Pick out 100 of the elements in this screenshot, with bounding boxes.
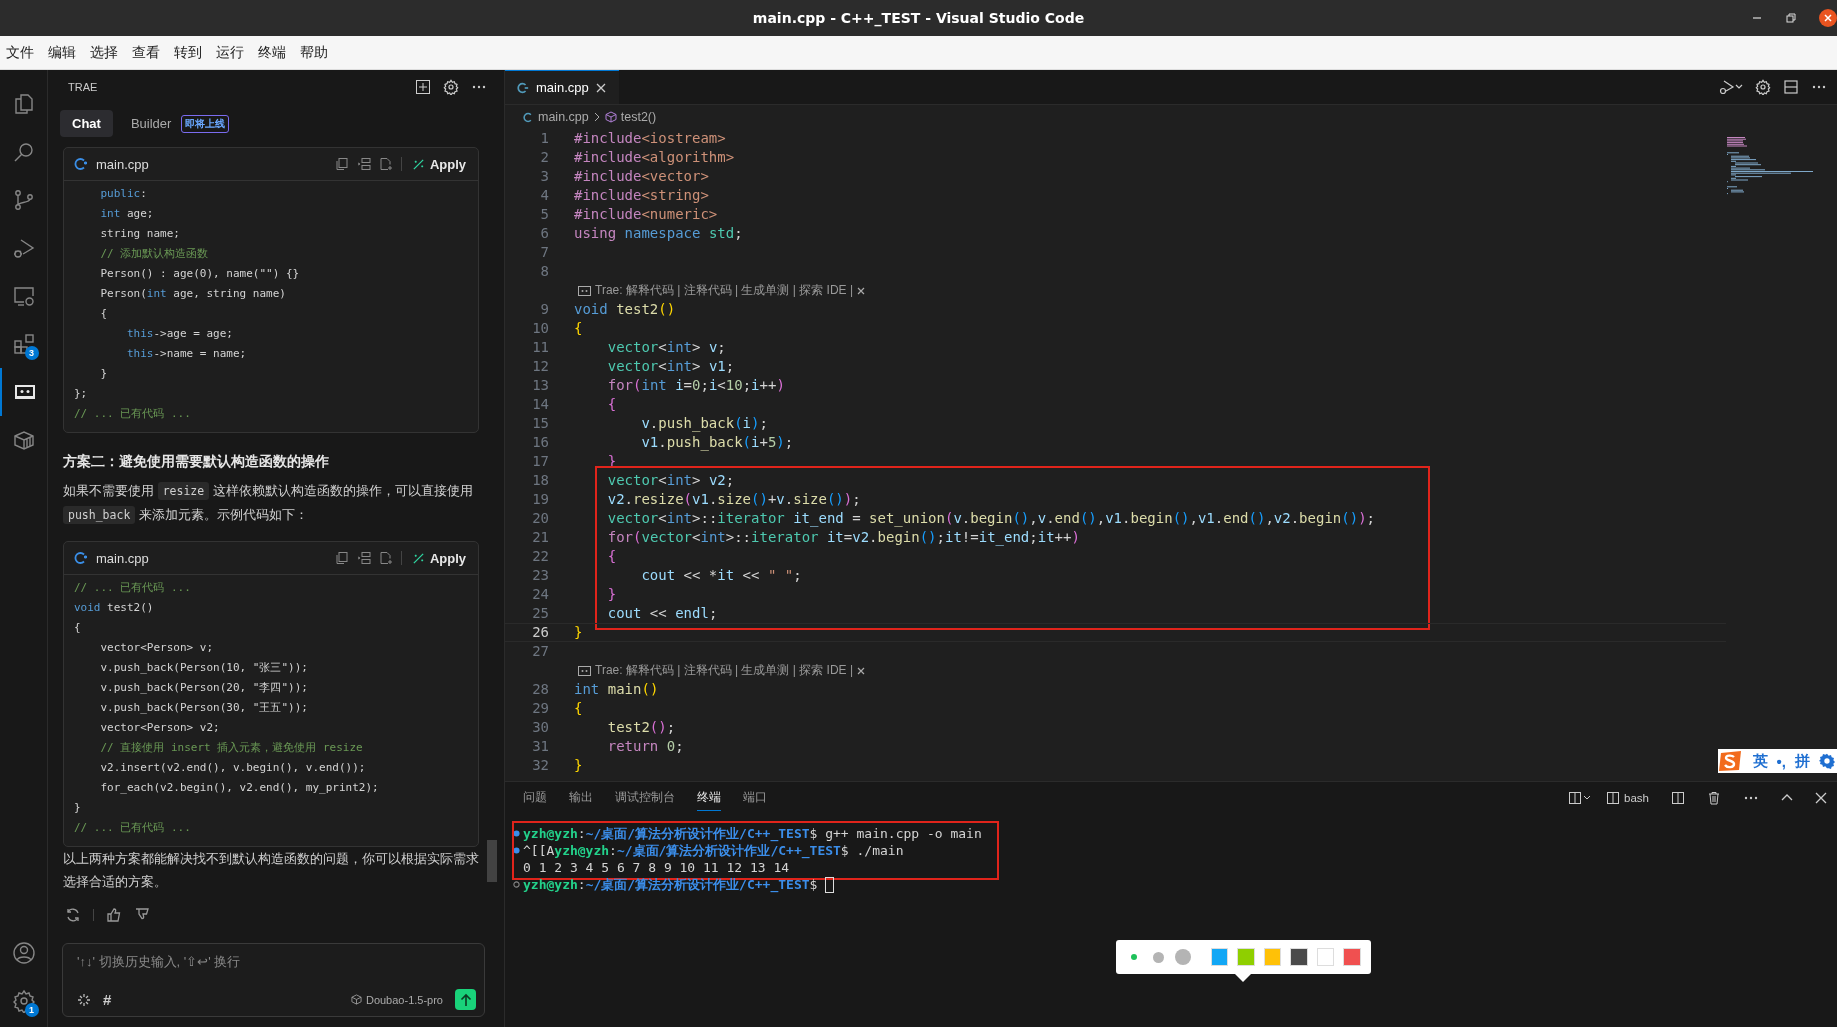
brush-size-dot[interactable] xyxy=(1152,951,1164,963)
activity-item[interactable]: 3 xyxy=(0,320,48,368)
menu-item[interactable]: 文件 xyxy=(6,41,34,64)
restore-icon[interactable] xyxy=(1785,12,1797,24)
brush-size-dot[interactable] xyxy=(1175,949,1191,965)
new-file-icon[interactable] xyxy=(378,551,393,565)
panel-tab[interactable]: 输出 xyxy=(569,785,593,811)
line-number: 13 xyxy=(531,376,549,395)
run-debug-icon xyxy=(11,236,36,260)
context-button[interactable]: # xyxy=(103,991,112,1008)
line-number: 5 xyxy=(539,205,549,224)
settings-icon[interactable] xyxy=(1755,79,1771,95)
menu-item[interactable]: 编辑 xyxy=(48,41,76,64)
run-debug-icon[interactable] xyxy=(1719,79,1743,95)
apply-button[interactable]: Apply xyxy=(409,548,468,568)
box-icon xyxy=(11,428,36,452)
color-swatch[interactable] xyxy=(1316,948,1335,966)
menu-item[interactable]: 终端 xyxy=(258,41,286,64)
file-name: main.cpp xyxy=(96,156,149,172)
code-line: for_each(v2.begin(), v2.end(), my_print2); xyxy=(99,780,380,796)
close-icon[interactable] xyxy=(1815,792,1827,804)
menu-item[interactable]: 查看 xyxy=(132,41,160,64)
input-method-bar[interactable]: 英 •, 拼 xyxy=(1717,749,1837,773)
terminal-selector[interactable]: bash xyxy=(1606,791,1649,805)
brush-size-dot[interactable] xyxy=(1130,954,1137,960)
insert-icon[interactable] xyxy=(356,157,371,171)
command-marker[interactable] xyxy=(513,847,520,854)
color-swatch[interactable] xyxy=(1263,948,1282,966)
input-layout[interactable]: 拼 xyxy=(1795,751,1810,771)
panel-tab[interactable]: 终端 xyxy=(697,785,721,811)
punctuation-mode[interactable]: •, xyxy=(1776,752,1786,770)
terminal-line: yzh@yzh:~/桌面/算法分析设计作业/C++_TEST$ xyxy=(523,875,818,894)
code-line: int age; xyxy=(99,206,155,222)
input-mode[interactable]: 英 xyxy=(1752,751,1768,771)
sparkle-icon[interactable] xyxy=(77,992,91,1007)
apply-button[interactable]: Apply xyxy=(409,154,468,174)
line-number: 9 xyxy=(539,300,549,319)
close-icon[interactable] xyxy=(1819,9,1837,27)
file-type-icon xyxy=(523,111,534,123)
editor-tab[interactable]: main.cpp xyxy=(505,70,619,104)
color-swatch[interactable] xyxy=(1290,948,1308,966)
insert-icon[interactable] xyxy=(356,551,371,565)
code-line: v.push_back(Person(20, "李四")); xyxy=(99,680,309,696)
copy-icon[interactable] xyxy=(334,157,349,171)
line-number: 15 xyxy=(531,414,549,433)
line-number: 3 xyxy=(539,167,549,186)
color-swatch[interactable] xyxy=(1237,948,1255,966)
color-swatch[interactable] xyxy=(1210,948,1229,966)
close-icon[interactable] xyxy=(857,286,866,295)
code-line: vector<int> v1; xyxy=(606,357,735,376)
code-line: { xyxy=(99,306,109,322)
panel-tab[interactable]: 端口 xyxy=(743,785,767,811)
line-number: 16 xyxy=(531,433,549,452)
command-marker[interactable] xyxy=(513,881,520,888)
line-number: 31 xyxy=(531,737,549,756)
command-marker[interactable] xyxy=(513,830,520,837)
color-swatch[interactable] xyxy=(1343,948,1361,966)
menu-item[interactable]: 转到 xyxy=(174,41,202,64)
send-button[interactable] xyxy=(455,989,476,1010)
settings-icon[interactable] xyxy=(1819,753,1835,769)
menu-item[interactable]: 选择 xyxy=(90,41,118,64)
settings-icon[interactable] xyxy=(443,79,459,95)
menu-item[interactable]: 帮助 xyxy=(300,41,328,64)
panel-tab[interactable]: 调试控制台 xyxy=(615,785,675,811)
new-file-icon[interactable] xyxy=(378,157,393,171)
count-badge: 3 xyxy=(24,346,39,360)
panel-tab[interactable]: 问题 xyxy=(523,785,547,811)
menu-item[interactable]: 运行 xyxy=(216,41,244,64)
code-line: vector<Person> v; xyxy=(99,640,215,656)
layout-icon[interactable] xyxy=(1568,791,1593,805)
split-editor-icon[interactable] xyxy=(1783,79,1799,95)
code-line: this->name = name; xyxy=(125,346,248,362)
code-line: int main() xyxy=(574,680,659,699)
file-type-icon xyxy=(74,551,88,565)
regenerate-icon[interactable] xyxy=(65,907,81,923)
new-chat-icon[interactable] xyxy=(415,79,431,95)
code-line: for(int i=0;i<10;i++) xyxy=(606,376,785,395)
settings-icon xyxy=(11,989,36,1013)
line-number: 23 xyxy=(531,566,549,585)
code-lens[interactable]: Trae: 解释代码 | 注释代码 | 生成单测 | 探索 IDE | xyxy=(595,281,854,300)
breadcrumb-item[interactable]: main.cpp xyxy=(538,110,589,124)
chat-icon xyxy=(578,285,591,296)
code-line: #include<vector> xyxy=(574,167,709,186)
close-icon[interactable] xyxy=(595,82,606,93)
split-terminal-icon[interactable] xyxy=(1671,791,1685,805)
copy-icon[interactable] xyxy=(334,551,349,565)
line-number: 1 xyxy=(539,129,549,148)
chat-tab[interactable]: Builder xyxy=(118,110,184,137)
breadcrumb-item[interactable]: test2() xyxy=(620,110,657,124)
code-line: { xyxy=(74,620,82,636)
code-line: v1.push_back(i+5); xyxy=(640,433,794,452)
chat-tab[interactable]: Chat xyxy=(60,110,113,137)
close-icon[interactable] xyxy=(857,666,866,675)
trash-icon[interactable] xyxy=(1707,791,1721,805)
code-line: v.push_back(Person(10, "张三")); xyxy=(99,660,309,676)
code-lens[interactable]: Trae: 解释代码 | 注释代码 | 生成单测 | 探索 IDE | xyxy=(595,661,854,680)
chat-input[interactable]: '↑↓' 切换历史输入, '⇧↩' 换行 # Doubao-1.5-pro xyxy=(62,943,485,1017)
activity-item[interactable]: 1 xyxy=(0,977,48,1025)
model-selector[interactable]: Doubao-1.5-pro xyxy=(365,993,443,1006)
thumbs-up-icon[interactable] xyxy=(106,907,122,923)
